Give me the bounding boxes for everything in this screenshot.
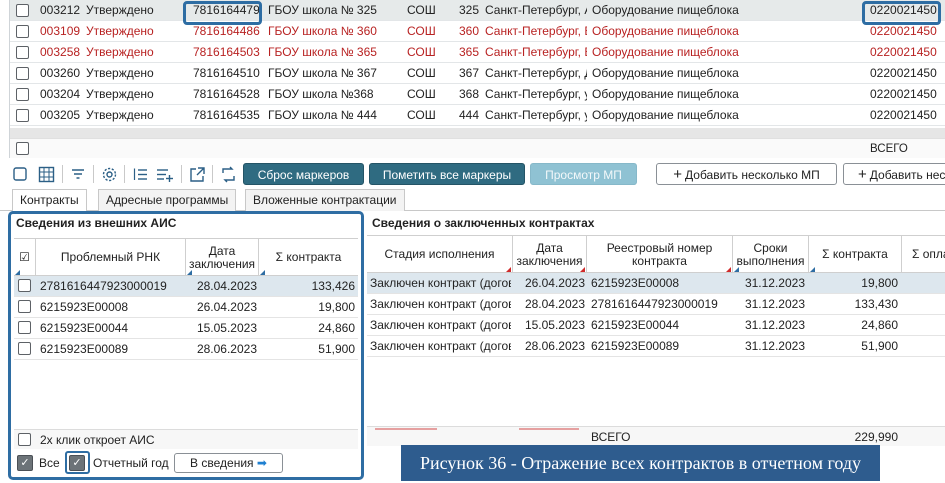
- filter-icon[interactable]: [68, 164, 88, 184]
- row-checkbox[interactable]: [18, 300, 31, 313]
- toolbar-separator: [62, 165, 63, 183]
- mark-all-button[interactable]: Пометить все маркеры: [369, 163, 525, 185]
- refresh-icon[interactable]: [218, 164, 238, 184]
- table-row[interactable]: 6215923E00089 28.06.2023 51,900: [14, 339, 358, 360]
- table-footer: ВСЕГО 229,990: [367, 426, 945, 446]
- tab-bar: Контракты Адресные программы Вложенные к…: [0, 189, 945, 212]
- row-checkbox[interactable]: [16, 109, 29, 122]
- reg-column-header[interactable]: Реестровый номер контракта: [587, 236, 733, 273]
- sum-column-header[interactable]: Σ контракта: [809, 236, 902, 273]
- to-info-button[interactable]: В сведения ➡: [174, 453, 283, 473]
- view-mp-button[interactable]: Просмотр МП: [530, 163, 637, 185]
- toolbar-separator: [212, 165, 213, 183]
- toolbar-separator: [181, 165, 182, 183]
- table-row[interactable]: 003258 Утверждено 7816164503 ГБОУ школа …: [10, 42, 945, 63]
- select-all-checkbox[interactable]: [16, 142, 29, 155]
- checkbox-icon[interactable]: [10, 164, 30, 184]
- external-ais-panel: Сведения из внешних АИС ☑ Проблемный РНК…: [8, 211, 364, 480]
- tab-nested-contracts[interactable]: Вложенные контрактации: [245, 189, 405, 211]
- total-sum: 229,990: [854, 430, 898, 444]
- panel-title: Сведения о заключенных контрактах: [372, 216, 595, 230]
- date-column-header[interactable]: Дата заключения: [513, 236, 587, 273]
- row-checkbox[interactable]: [16, 67, 29, 80]
- table-row[interactable]: Заключен контракт (договор) 15.05.2023 6…: [367, 315, 945, 336]
- top-table: 003212 Утверждено 7816164479 ГБОУ школа …: [9, 0, 945, 158]
- plus-icon: +: [858, 166, 867, 183]
- check-column-header[interactable]: ☑: [14, 239, 36, 276]
- table-row[interactable]: 6215923E00008 26.04.2023 19,800: [14, 297, 358, 318]
- table-row[interactable]: 003205 Утверждено 7816164535 ГБОУ школа …: [10, 105, 945, 126]
- total-label: ВСЕГО: [870, 143, 908, 155]
- error-marker: [519, 428, 579, 430]
- list-add-icon[interactable]: [155, 164, 175, 184]
- table-footer: 2x клик откроет АИС: [14, 429, 358, 449]
- add-mp-button[interactable]: +Добавить несколько МП: [843, 163, 945, 185]
- row-checkbox[interactable]: [18, 279, 31, 292]
- footer-checkbox[interactable]: [18, 433, 31, 446]
- empty-row: [10, 128, 945, 138]
- add-several-button[interactable]: + Добавить несколько МП: [656, 163, 837, 185]
- table-row[interactable]: 6215923E00044 15.05.2023 24,860: [14, 318, 358, 339]
- rnk-column-header[interactable]: Проблемный РНК: [36, 239, 186, 276]
- row-checkbox[interactable]: [18, 321, 31, 334]
- sum-column-header[interactable]: Σ контракта: [259, 239, 358, 276]
- tab-contracts[interactable]: Контракты: [12, 189, 87, 212]
- tab-address-programs[interactable]: Адресные программы: [98, 189, 237, 211]
- row-checkbox[interactable]: [16, 25, 29, 38]
- table-row[interactable]: 003204 Утверждено 7816164528 ГБОУ школа …: [10, 84, 945, 105]
- arrow-right-icon: ➡: [256, 456, 267, 470]
- table-row[interactable]: 003109 Утверждено 7816164486 ГБОУ школа …: [10, 21, 945, 42]
- report-year-label: Отчетный год: [93, 456, 169, 470]
- table-header: Стадия исполнения Дата заключения Реестр…: [367, 235, 945, 273]
- export-icon[interactable]: [187, 164, 207, 184]
- list-ordered-icon[interactable]: [130, 164, 150, 184]
- grid-icon[interactable]: [36, 164, 56, 184]
- settings-icon[interactable]: [99, 164, 119, 184]
- contracts-panel: Сведения о заключенных контрактах Стадия…: [364, 211, 945, 483]
- term-column-header[interactable]: Сроки выполнения: [733, 236, 809, 273]
- error-marker: [375, 428, 437, 430]
- table-row[interactable]: Заключен контракт (договор) 28.06.2023 6…: [367, 336, 945, 357]
- row-checkbox[interactable]: [16, 4, 29, 17]
- figure-caption: Рисунок 36 - Отражение всех контрактов в…: [401, 445, 880, 481]
- table-row[interactable]: Заключен контракт (договор) 26.04.2023 6…: [367, 273, 945, 294]
- all-checkbox[interactable]: ✓: [17, 455, 33, 471]
- row-checkbox[interactable]: [18, 342, 31, 355]
- toolbar: Сброс маркеров Пометить все маркеры Прос…: [0, 160, 945, 187]
- date-column-header[interactable]: Дата заключения: [186, 239, 259, 276]
- total-label: ВСЕГО: [591, 430, 631, 444]
- total-row: ВСЕГО: [10, 138, 945, 158]
- reset-markers-button[interactable]: Сброс маркеров: [243, 163, 364, 185]
- row-checkbox[interactable]: [16, 46, 29, 59]
- stage-column-header[interactable]: Стадия исполнения: [367, 236, 513, 273]
- report-year-checkbox[interactable]: ✓: [69, 455, 85, 471]
- toolbar-separator: [124, 165, 125, 183]
- filter-bar: ✓ Все ✓ Отчетный год В сведения ➡: [14, 451, 358, 475]
- row-checkbox[interactable]: [16, 88, 29, 101]
- table-header: ☑ Проблемный РНК Дата заключения Σ контр…: [14, 238, 358, 276]
- table-row[interactable]: 003260 Утверждено 7816164510 ГБОУ школа …: [10, 63, 945, 84]
- open-ais-hint: 2x клик откроет АИС: [40, 433, 155, 447]
- all-label: Все: [39, 456, 60, 470]
- panel-title: Сведения из внешних АИС: [16, 216, 177, 230]
- table-row[interactable]: Заключен контракт (договор) 28.04.2023 2…: [367, 294, 945, 315]
- toolbar-separator: [93, 165, 94, 183]
- table-row[interactable]: 003212 Утверждено 7816164479 ГБОУ школа …: [10, 0, 945, 21]
- plus-icon: +: [673, 166, 683, 183]
- paid-column-header[interactable]: Σ оплачено: [902, 236, 945, 273]
- table-row[interactable]: 2781616447923000019 28.04.2023 133,426: [14, 276, 358, 297]
